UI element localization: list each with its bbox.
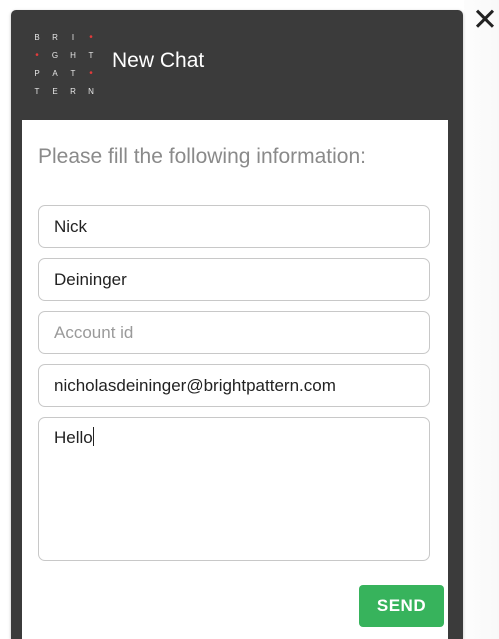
email-field[interactable]: nicholasdeininger@brightpattern.com xyxy=(38,364,430,407)
bright-pattern-logo: B R I • • G H T P A T • T E R N xyxy=(28,28,108,106)
logo-letter: T xyxy=(70,68,76,78)
logo-row: • G H T xyxy=(28,46,108,64)
last-name-field[interactable]: Deininger xyxy=(38,258,430,301)
logo-row: P A T • xyxy=(28,64,108,82)
first-name-field[interactable]: Nick xyxy=(38,205,430,248)
text-caret xyxy=(92,427,94,446)
background xyxy=(464,0,499,639)
send-button[interactable]: SEND xyxy=(359,585,444,627)
form-prompt: Please fill the following information: xyxy=(38,145,367,168)
message-textarea[interactable]: Hello xyxy=(38,417,430,561)
logo-letter: R xyxy=(52,32,58,42)
chat-title: New Chat xyxy=(112,49,205,72)
logo-letter: H xyxy=(70,50,76,60)
chat-window: B R I • • G H T P A T • T E R N New Chat… xyxy=(11,10,463,639)
page: B R I • • G H T P A T • T E R N New Chat… xyxy=(0,0,499,639)
chat-form: Please fill the following information: N… xyxy=(22,120,448,639)
logo-letter: E xyxy=(52,86,58,96)
logo-dot: • xyxy=(89,31,93,43)
account-id-field[interactable]: Account id xyxy=(38,311,430,354)
logo-letter: G xyxy=(51,50,59,60)
logo-row: B R I • xyxy=(28,28,108,46)
logo-letter: B xyxy=(34,32,40,42)
logo-letter: T xyxy=(34,86,40,96)
message-text: Hello xyxy=(54,428,93,447)
logo-letter: T xyxy=(88,50,94,60)
logo-letter: R xyxy=(70,86,76,96)
logo-letter: P xyxy=(34,68,40,78)
logo-letter: A xyxy=(52,68,58,78)
logo-letter: I xyxy=(71,32,75,42)
close-icon[interactable]: ✕ xyxy=(471,4,499,35)
chat-header: B R I • • G H T P A T • T E R N New Chat xyxy=(11,10,463,120)
logo-dot: • xyxy=(89,67,93,79)
logo-letter: N xyxy=(88,86,94,96)
logo-row: T E R N xyxy=(28,82,108,100)
logo-dot: • xyxy=(35,49,39,61)
